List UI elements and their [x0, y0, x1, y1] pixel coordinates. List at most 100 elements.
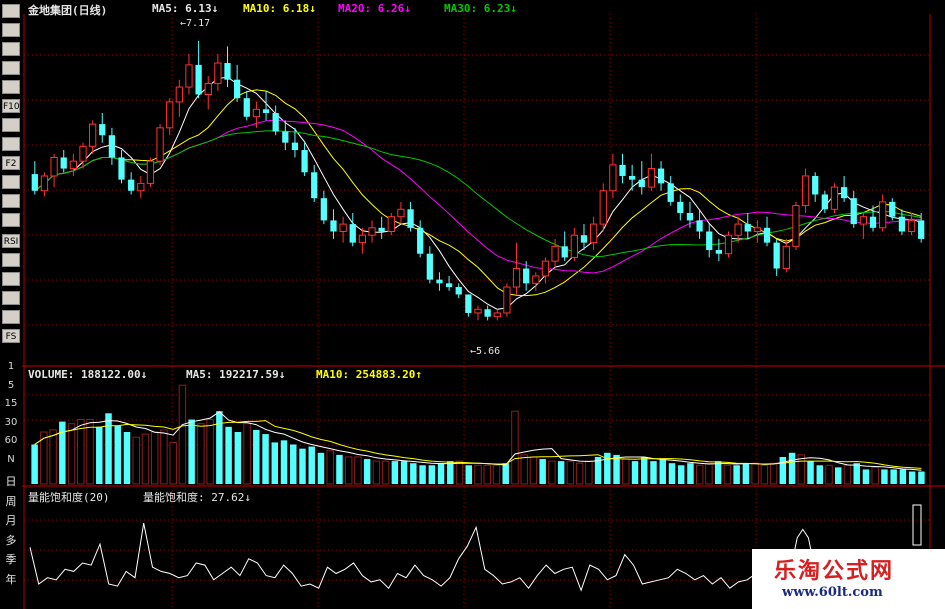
volume-bar-46	[455, 460, 464, 485]
alarm-icon[interactable]	[2, 253, 20, 267]
candle-body-81	[812, 175, 819, 195]
candle-body-69	[696, 220, 703, 232]
candle-body-55	[561, 246, 568, 258]
volume-bar-4	[67, 423, 76, 485]
volume-bar-53	[520, 454, 528, 485]
volume-bar-93	[890, 469, 897, 484]
window-icon[interactable]	[2, 4, 20, 18]
volume-bar-70	[677, 465, 685, 484]
formula-icon[interactable]	[2, 175, 20, 189]
news-icon[interactable]	[2, 80, 20, 94]
candle-body-67	[677, 201, 684, 213]
candle-body-59	[599, 190, 607, 225]
candle-body-35	[368, 227, 376, 236]
volume-ma5-value: MA5: 192217.59↓	[186, 368, 286, 381]
move-icon[interactable]	[2, 272, 20, 286]
ma20-value: MA20: 6.26↓	[338, 2, 411, 15]
period-button-1[interactable]: 周	[1, 493, 21, 510]
volume-bar-36	[363, 459, 371, 484]
compare-icon[interactable]	[2, 194, 20, 208]
volume-bar-19	[206, 419, 214, 485]
indicator-icon[interactable]	[2, 213, 20, 227]
candle-body-27	[291, 142, 299, 151]
notes-icon[interactable]	[2, 118, 20, 132]
candle-body-8	[108, 135, 116, 158]
line-chart-icon[interactable]	[2, 42, 20, 56]
volume-value: VOLUME: 188122.00↓	[28, 368, 148, 381]
volume-bar-65	[631, 461, 639, 484]
high-value: 7.17	[186, 18, 211, 29]
volume-bar-23	[243, 423, 251, 485]
volume-bar-2	[49, 429, 57, 485]
period-minutes-30[interactable]: 30	[2, 416, 20, 429]
stock-icon[interactable]	[2, 137, 20, 151]
volume-bar-12	[141, 433, 150, 485]
volume-bar-30	[308, 446, 315, 484]
pencil-icon[interactable]	[2, 310, 20, 324]
volume-bar-54	[529, 456, 538, 485]
candle-body-13	[156, 127, 164, 162]
volume-bar-60	[585, 460, 593, 485]
period-minutes-60[interactable]: 60	[2, 434, 20, 447]
volume-bar-64	[622, 458, 630, 485]
candle-body-57	[580, 235, 588, 243]
volume-bar-84	[807, 461, 814, 484]
period-button-2[interactable]: 月	[1, 512, 21, 529]
volume-bar-89	[853, 463, 860, 484]
volume-bar-73	[705, 462, 713, 485]
volume-bar-37	[372, 460, 381, 485]
fs-icon[interactable]: FS	[2, 329, 20, 343]
candle-body-63	[638, 179, 645, 188]
volume-bar-7	[96, 426, 103, 484]
candle-body-91	[907, 219, 916, 233]
period-button-5[interactable]: 年	[1, 571, 21, 588]
candle-body-34	[358, 234, 367, 244]
candle-body-75	[753, 227, 762, 233]
period-minutes-5[interactable]: 5	[2, 379, 20, 392]
export-icon[interactable]	[2, 291, 20, 305]
candle-body-68	[686, 212, 694, 221]
f2-icon[interactable]: F2	[2, 156, 20, 170]
volume-bar-6	[86, 419, 94, 485]
volume-bar-42	[419, 465, 426, 484]
period-button-4[interactable]: 季	[1, 551, 21, 568]
rsi-icon[interactable]: RSI	[2, 234, 20, 248]
candle-body-51	[523, 268, 530, 284]
period-minutes-15[interactable]: 15	[2, 397, 20, 410]
candle-body-1	[40, 175, 49, 192]
candle-body-88	[879, 201, 887, 229]
period-minutes-1[interactable]: 1	[2, 360, 20, 373]
candle-body-56	[570, 234, 578, 258]
volume-bar-57	[557, 461, 565, 484]
candle-body-77	[773, 242, 780, 269]
candle-body-25	[272, 113, 279, 132]
volume-bar-31	[317, 452, 325, 484]
candle-body-46	[474, 308, 482, 314]
volume-bar-13	[150, 431, 159, 485]
period-minutes-N[interactable]: N	[2, 453, 20, 466]
candle-body-92	[918, 220, 925, 239]
stock-chart[interactable]	[0, 0, 945, 609]
volume-bar-79	[760, 464, 769, 485]
volume-bar-44	[437, 463, 445, 484]
candle-body-48	[493, 312, 501, 318]
volume-bar-80	[769, 462, 778, 485]
candle-body-9	[118, 157, 125, 180]
volume-bar-3	[59, 421, 66, 484]
candle-body-65	[657, 168, 665, 184]
period-button-3[interactable]: 多	[1, 532, 21, 549]
candle-body-18	[204, 82, 212, 96]
table-icon[interactable]	[2, 23, 20, 37]
ma5-value: MA5: 6.13↓	[152, 2, 219, 15]
calendar-icon[interactable]	[2, 61, 20, 75]
period-button-0[interactable]: 日	[1, 473, 21, 490]
candle-body-60	[609, 164, 617, 192]
volume-bar-9	[114, 425, 121, 484]
candle-body-36	[378, 227, 385, 232]
f10-icon[interactable]: F10	[2, 99, 20, 113]
volume-bar-82	[788, 452, 796, 484]
ma10-value: MA10: 6.18↓	[243, 2, 316, 15]
candle-body-45	[465, 294, 472, 313]
volume-bar-58	[566, 460, 575, 485]
high-annotation: ←7.17	[180, 18, 211, 29]
